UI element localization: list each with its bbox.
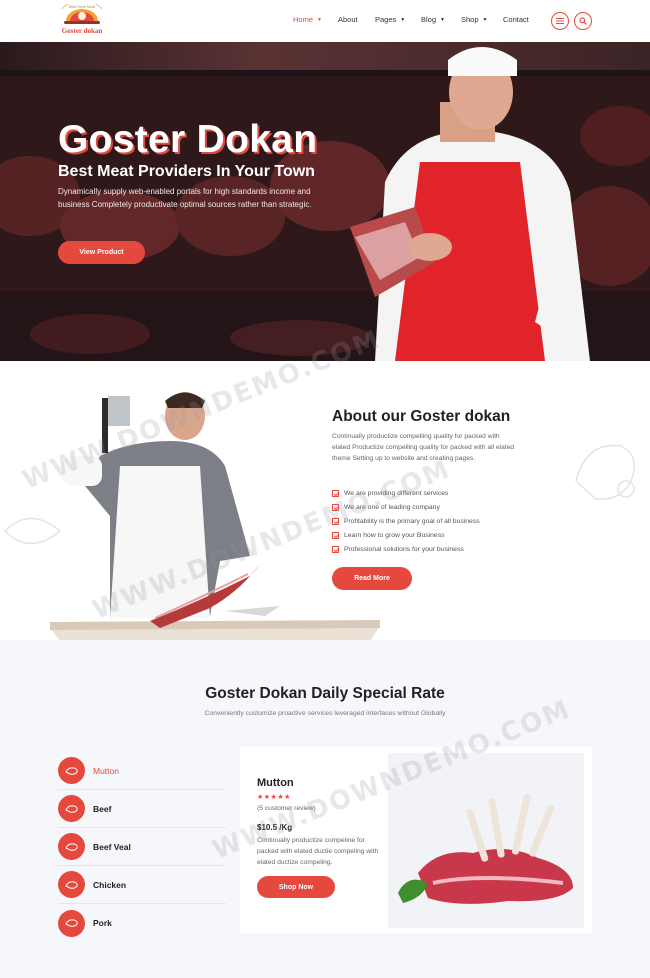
list-item: Learn how to grow your Business [332,529,480,543]
product-card: Mutton ★★★★★ (5 customer review) $10.5 /… [240,747,592,933]
list-item-text: Professional solutions for your business [344,546,464,554]
menu-button[interactable] [551,12,569,30]
beef-veal-icon [58,833,85,860]
main-nav: Home ▼ About Pages ▼ Blog ▼ Shop ▼ Conta… [293,15,529,24]
site-header: Best Fresh Meat Goster dokan Home ▼ Abou… [0,0,650,42]
category-label: Mutton [93,765,119,776]
category-label: Beef [93,803,112,814]
list-item-text: Profitability is the primary goal of all… [344,517,480,525]
nav-contact-label: Contact [503,15,529,24]
category-beef-veal[interactable]: Beef Veal [58,828,226,866]
list-item: Profitability is the primary goal of all… [332,514,480,528]
nav-home-label: Home [293,15,314,24]
about-feature-list: We are providing different services We a… [332,486,480,557]
category-label: Beef Veal [93,841,131,852]
chevron-down-icon: ▼ [482,16,488,23]
butcher-image [350,47,590,361]
category-label: Chicken [93,879,127,890]
rate-title: Goster Dokan Daily Special Rate [205,685,445,702]
menu-icon [556,18,564,24]
site-logo[interactable]: Best Fresh Meat Goster dokan [56,4,108,38]
daily-rate-section: Goster Dokan Daily Special Rate Convenie… [0,640,650,978]
product-image-frame [388,753,584,928]
nav-about-label: About [338,15,358,24]
category-mutton[interactable]: Mutton [58,752,226,790]
check-icon [332,532,339,540]
hero-subtitle: Best Meat Providers In Your Town [58,163,315,180]
nav-contact[interactable]: Contact [503,15,529,24]
read-more-button[interactable]: Read More [332,567,412,590]
chevron-down-icon: ▼ [440,16,445,23]
category-label: Pork [93,918,112,928]
nav-blog[interactable]: Blog ▼ [421,15,461,24]
check-icon [332,489,339,497]
product-name: Mutton [257,777,294,789]
pork-icon [58,909,85,937]
check-icon [332,546,339,554]
list-item: We are one of leading company [332,500,480,514]
list-item-text: Learn how to grow your Business [344,532,445,540]
beef-icon [58,795,85,822]
about-title: About our Goster dokan [332,408,511,425]
rate-subtitle: Conveniently customize proactive service… [204,710,446,717]
chicken-icon [58,871,85,898]
fish-outline-icon [3,517,62,545]
logo-brand: Goster dokan [61,27,103,35]
star-rating-icon: ★★★★★ [257,794,291,801]
search-icon [579,17,587,25]
list-item: Professional solutions for your business [332,543,480,557]
view-product-button[interactable]: View Product [58,241,145,264]
meat-outline-icon [575,444,636,500]
shop-now-button[interactable]: Shop Now [257,876,335,898]
hero-section: Goster Dokan Best Meat Providers In Your… [0,42,650,361]
about-section: About our Goster dokan Continually produ… [0,361,650,640]
check-icon [332,517,339,525]
chevron-down-icon: ▼ [317,16,322,23]
category-beef[interactable]: Beef [58,790,226,828]
list-item: We are providing different services [332,486,480,500]
lamb-rack-image [398,793,573,904]
nav-shop[interactable]: Shop ▼ [461,15,503,24]
nav-about[interactable]: About [338,15,375,24]
nav-blog-label: Blog [421,15,437,24]
nav-home[interactable]: Home ▼ [293,15,338,24]
chevron-down-icon: ▼ [400,16,406,23]
hero-description: Dynamically supply web-enabled portals f… [58,187,312,209]
product-description: Continually productize compeline for pac… [257,837,379,866]
list-item-text: We are one of leading company [344,503,440,511]
list-item-text: We are providing different services [344,489,449,497]
nav-shop-label: Shop [461,15,479,24]
logo-tagline: Best Fresh Meat [69,5,95,9]
nav-pages-label: Pages [375,15,397,24]
about-description: Continually productize compelling qualit… [332,433,515,462]
butcher-chopping-image [50,392,380,640]
category-pork[interactable]: Pork [58,904,226,942]
product-price: $10.5 /Kg [257,823,293,832]
category-chicken[interactable]: Chicken [58,866,226,904]
hero-title: Goster Dokan [58,118,318,161]
check-icon [332,503,339,511]
search-button[interactable] [574,12,592,30]
nav-pages[interactable]: Pages ▼ [375,15,421,24]
mutton-icon [58,757,85,784]
category-list: Mutton Beef Beef Veal Chicken Pork [58,752,226,942]
review-count: (5 customer review) [257,805,316,812]
